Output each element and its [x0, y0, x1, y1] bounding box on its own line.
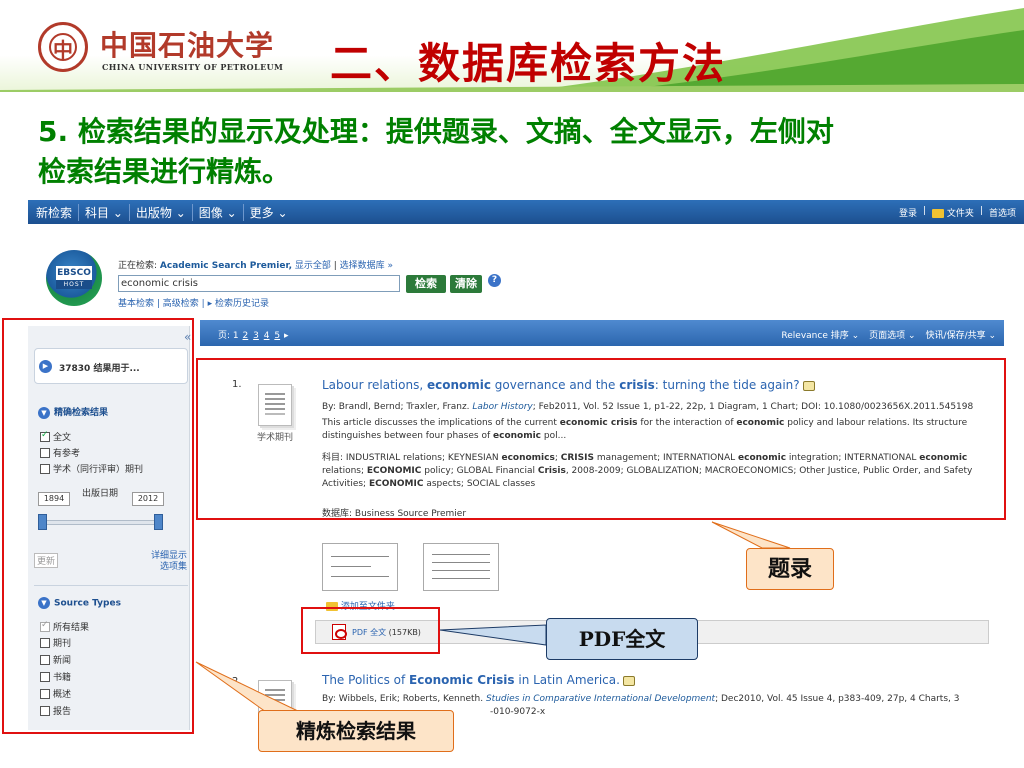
slide: 中 中国石油大学 CHINA UNIVERSITY OF PETROLEUM 二…	[0, 0, 1024, 768]
record-callout: 题录	[746, 548, 834, 590]
pdf-callout: PDF全文	[546, 618, 698, 660]
callout-pointers	[195, 521, 791, 713]
refine-callout: 精炼检索结果	[258, 710, 454, 752]
